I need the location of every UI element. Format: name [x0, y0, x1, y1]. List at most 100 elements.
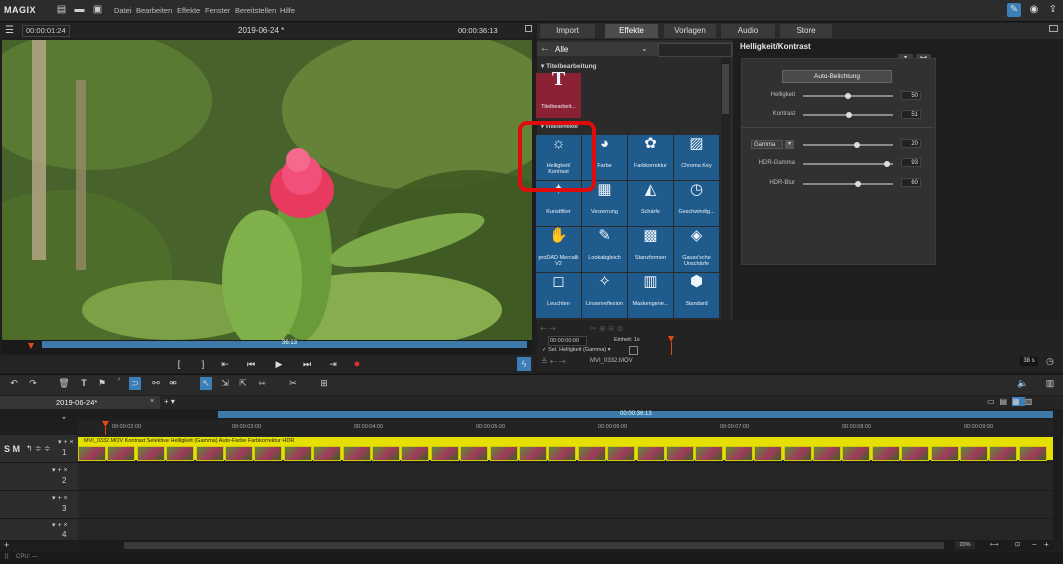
track-add-close-icons[interactable]: ▾ + × — [52, 466, 68, 474]
mixer-icon[interactable]: ▥ — [1044, 377, 1056, 390]
slider-knob[interactable] — [845, 93, 851, 99]
record-icon[interactable]: ● — [350, 357, 364, 371]
delete-icon[interactable]: 🗑 — [58, 377, 70, 390]
range-icon[interactable]: ⇿ — [256, 377, 268, 390]
play-icon[interactable]: ▶ — [272, 357, 286, 371]
tile-stanzformen[interactable]: ▩ Stanzformen — [628, 227, 673, 272]
panel-maximize-icon[interactable] — [1049, 25, 1058, 32]
menu-bearbeiten[interactable]: Bearbeiten — [136, 6, 172, 15]
menu-hilfe[interactable]: Hilfe — [280, 6, 295, 15]
set-in-button[interactable]: [ — [172, 357, 186, 371]
link-icon[interactable]: ⚯ — [150, 377, 162, 390]
tile-gauss-unschaerfe[interactable]: ◈ Gauss'sche Unschärfe — [674, 227, 719, 272]
gamma-select[interactable]: Gamma — [751, 140, 783, 149]
tile-geschwindigkeit[interactable]: ◷ Geschwindig... — [674, 181, 719, 226]
menu-datei[interactable]: Datei — [114, 6, 132, 15]
tab-audio[interactable]: Audio — [721, 24, 775, 38]
section-titelbearbeitung[interactable]: ▾ Titelbearbeitung — [541, 62, 597, 70]
snap-icon[interactable]: ⊃ — [129, 377, 141, 390]
go-to-out-icon[interactable]: ⇥ — [326, 357, 340, 371]
timeline-ruler[interactable] — [78, 420, 1053, 434]
add-tab-icon[interactable]: + ▾ — [164, 397, 175, 406]
slider-hdr-gamma[interactable] — [803, 163, 893, 165]
slider-knob[interactable] — [846, 112, 852, 118]
cut-icon[interactable]: ꙷ — [113, 377, 125, 390]
menu-effekte[interactable]: Effekte — [177, 6, 200, 15]
slider-gamma[interactable] — [803, 144, 893, 146]
preview-timecode-current[interactable]: 00:00:01:24 — [22, 25, 70, 37]
set-out-button[interactable]: ] — [196, 357, 210, 371]
value-hdr-blur[interactable]: 60 — [901, 178, 921, 187]
preview-scrubber[interactable]: 36:13 — [2, 340, 532, 354]
scroll-thumb[interactable] — [722, 64, 729, 114]
undo-redo-icons[interactable]: ⇠ ⇢ — [540, 324, 556, 333]
speaker-icon[interactable]: 🔈 — [1017, 377, 1029, 390]
timeline-vscroll[interactable] — [1053, 435, 1062, 540]
menu-hamburger-icon[interactable]: ☰ — [5, 25, 14, 36]
insert-icon[interactable]: ⊞ — [318, 377, 330, 390]
zoom-range-icon[interactable]: ⊡ — [1015, 541, 1020, 548]
timeline-hscroll[interactable] — [78, 541, 1053, 550]
tile-chroma-key[interactable]: ▨ Chroma Key — [674, 135, 719, 180]
upload-icon[interactable]: ⇪ — [1046, 3, 1060, 17]
playhead-marker[interactable] — [28, 343, 34, 349]
value-gamma[interactable]: 20 — [901, 139, 921, 148]
tab-vorlagen[interactable]: Vorlagen — [664, 24, 716, 38]
tile-farbkorrektur[interactable]: ✿ Farbkorrektur — [628, 135, 673, 180]
unlink-icon[interactable]: ⚮ — [167, 377, 179, 390]
zoom-select[interactable]: 20% — [955, 541, 975, 549]
menu-bereitstellen[interactable]: Bereitstellen — [235, 6, 276, 15]
save-icon[interactable]: ▣ — [92, 4, 103, 16]
slider-knob[interactable] — [884, 161, 890, 167]
slider-knob[interactable] — [854, 142, 860, 148]
menu-fenster[interactable]: Fenster — [205, 6, 230, 15]
settings-icon[interactable]: ◉ — [1027, 3, 1041, 17]
mode-pointer-2-icon[interactable]: ⇲ — [219, 377, 231, 390]
zoom-out-icon[interactable]: − — [1032, 540, 1037, 549]
lightning-icon[interactable]: ϟ — [517, 357, 531, 371]
tile-linsenreflexion[interactable]: ✧ Linsenreflexion — [582, 273, 627, 318]
redo-icon[interactable]: ↷ — [27, 377, 39, 390]
open-folder-icon[interactable]: ▬ — [74, 4, 85, 16]
tab-store[interactable]: Store — [780, 24, 832, 38]
track-add-close-icons[interactable]: ▾ + × — [52, 494, 68, 502]
keyframe-timecode[interactable]: 00:00:00:00 — [548, 336, 587, 346]
hscroll-thumb[interactable] — [124, 542, 944, 549]
auto-belichtung-button[interactable]: Auto-Belichtung — [782, 70, 892, 83]
gamma-dropdown-icon[interactable]: ▾ — [785, 140, 794, 149]
keyframe-track-select[interactable]: ✓ Sel. Helligkeit (Gamma) ▾ — [542, 346, 626, 354]
chevron-down-icon[interactable]: ⌄ — [641, 44, 648, 53]
track-options-icons[interactable]: ↰ ≑ ≑ — [26, 444, 51, 453]
slider-knob[interactable] — [855, 181, 861, 187]
zoom-fit-icon[interactable]: ⟷ — [990, 541, 999, 548]
ruler-settings-icon[interactable]: ⌖ — [62, 415, 66, 423]
mode-pointer-3-icon[interactable]: ⇱ — [237, 377, 249, 390]
prev-frame-icon[interactable]: ⏮ — [244, 357, 258, 371]
tile-leuchten[interactable]: ◻ Leuchten — [536, 273, 581, 318]
mode-toggle-icon[interactable]: ✎ — [1007, 3, 1021, 17]
track-add-close-icons[interactable]: ▾ + × — [58, 438, 74, 446]
close-tab-icon[interactable]: × — [150, 398, 154, 405]
view-mode-icons[interactable]: ▭▤▦▥ — [987, 397, 1037, 406]
slider-hdr-blur[interactable] — [803, 183, 893, 185]
keyframe-nav-icons[interactable]: ≚ ⇠ ⇢ — [541, 357, 566, 366]
keyframe-tools-icons[interactable]: ✂ ⊕ ⊖ ⊘ — [590, 324, 623, 333]
tab-effekte[interactable]: Effekte — [605, 24, 658, 38]
zoom-in-icon[interactable]: + — [1044, 540, 1049, 549]
add-track-icon[interactable]: + — [4, 540, 9, 550]
tile-prodad-mercalli[interactable]: ✋ proDAD Mercalli V2 — [536, 227, 581, 272]
effects-search-input[interactable] — [658, 43, 732, 57]
marker-icon[interactable]: ⚑ — [96, 377, 108, 390]
value-hdr-gamma[interactable]: 93 — [901, 158, 921, 167]
text-icon[interactable]: T — [78, 377, 90, 390]
back-arrow-icon[interactable]: ← — [540, 43, 550, 54]
go-to-in-icon[interactable]: ⇤ — [218, 357, 232, 371]
tile-standard[interactable]: ⬢ Standard — [674, 273, 719, 318]
track-add-close-icons[interactable]: ▾ + × — [52, 521, 68, 529]
effects-scrollbar[interactable] — [721, 58, 730, 320]
tile-lookabgleich[interactable]: ✎ Lookabgleich — [582, 227, 627, 272]
tile-titelbearbeitung[interactable]: T Titelbearbeit... — [536, 69, 581, 118]
new-file-icon[interactable]: ▤ — [56, 4, 67, 16]
resize-grip-icon[interactable]: ⠿ — [4, 553, 9, 561]
value-kontrast[interactable]: 51 — [901, 110, 921, 119]
